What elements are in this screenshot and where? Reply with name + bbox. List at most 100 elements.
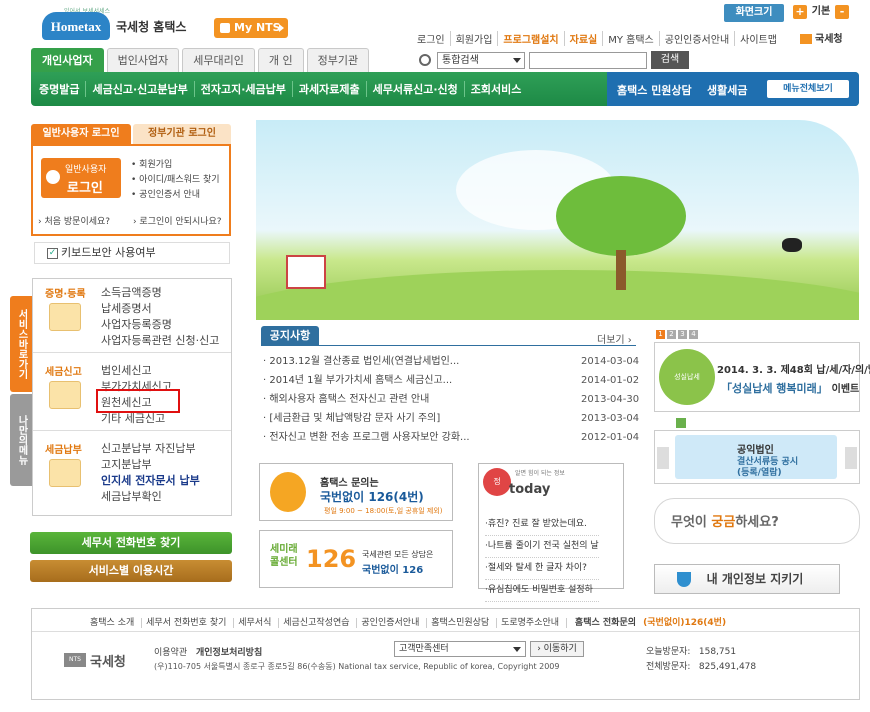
nts-link[interactable]: 국세청 [800, 30, 843, 45]
faq-banner[interactable]: 무엇이 궁금하세요? [654, 498, 860, 544]
notice-tab[interactable]: 공지사항 [261, 326, 319, 346]
link-tax-payment-cert[interactable]: 납세증명서 [101, 301, 219, 317]
login-button[interactable]: 일반사용자 로그인 [41, 158, 121, 198]
hometax-inquiry-banner[interactable]: 홈택스 문의는 국번없이 126(4번) 평일 9:00 ~ 18:00(토,일… [259, 463, 453, 521]
top-link-certificate[interactable]: 공인인증서안내 [658, 31, 734, 46]
footer-link-phone[interactable]: 세무서 전화번호 찾기 [141, 618, 231, 628]
footer-link-forms[interactable]: 세무서식 [233, 618, 276, 628]
pager-2[interactable]: 2 [667, 330, 676, 339]
link-self-payment[interactable]: 신고분납부 자진납부 [101, 441, 200, 457]
house-illustration [286, 255, 326, 289]
find-tax-office-phone-button[interactable]: 세무서 전화번호 찾기 [30, 532, 232, 554]
link-cant-login[interactable]: › 로그인이 안되시나요? [133, 217, 232, 227]
zoom-basic-button[interactable]: 기본 [808, 5, 834, 19]
prev-arrow-icon[interactable] [657, 447, 669, 469]
notice-row[interactable]: · 해외사용자 홈택스 전자신고 관련 안내 2013-04-30 [261, 390, 639, 409]
top-link-join[interactable]: 회원가입 [449, 31, 498, 46]
link-join[interactable]: • 회원가입 [131, 158, 220, 173]
related-site-select[interactable]: 고객만족센터 [394, 641, 526, 657]
link-find-id[interactable]: • 아이디/패스워드 찾기 [131, 173, 220, 188]
menu-civil-center[interactable]: 홈택스 민원상담 [617, 82, 692, 98]
menu-taxation-data[interactable]: 과세자료제출 [291, 81, 366, 97]
footer-link-practice[interactable]: 세금신고작성연습 [278, 618, 354, 628]
pager-3[interactable]: 3 [678, 330, 687, 339]
link-business-reg-apply[interactable]: 사업자등록관련 신청·신고 [101, 333, 219, 349]
tab-tax-agent[interactable]: 세무대리인 [182, 48, 255, 72]
call-center-banner[interactable]: 세미래 콜센터 126 국세관련 모든 상담은 국번없이 126 [259, 530, 453, 588]
tab-individual-business[interactable]: 개인사업자 [31, 48, 104, 72]
link-corporate-tax[interactable]: 법인세신고 [101, 363, 172, 379]
menu-certificate[interactable]: 증명발급 [39, 81, 85, 97]
my-nts-button[interactable]: My NTS [214, 18, 288, 38]
today-item[interactable]: ·유심칩에도 비밀번호 설정하 [485, 580, 599, 602]
login-button-small: 일반사용자 [65, 165, 107, 175]
tab-general-login[interactable]: 일반사용자 로그인 [31, 124, 131, 144]
keyboard-security-checkbox[interactable]: ✓ [47, 248, 58, 259]
footer-link-cert[interactable]: 공인인증서안내 [356, 618, 424, 628]
menu-e-notice[interactable]: 전자고지·세금납부 [193, 81, 292, 97]
top-link-my-hometax[interactable]: MY 홈택스 [602, 31, 659, 46]
link-other-tax[interactable]: 기타 세금신고 [101, 411, 172, 427]
footer-terms: 이용약관 개인정보처리방침 [154, 645, 262, 658]
top-link-library[interactable]: 자료실 [563, 31, 603, 46]
menu-tax-filing[interactable]: 세금신고·신고분납부 [85, 81, 193, 97]
link-cert-guide[interactable]: • 공인인증서 안내 [131, 188, 220, 203]
hometax-logo[interactable]: 있어서 보세서세스 Hometax 국세청 홈택스 [42, 8, 192, 42]
today-item[interactable]: ·절세와 탈세 한 글자 차이? [485, 558, 599, 580]
service-hours-button[interactable]: 서비스별 이용시간 [30, 560, 232, 582]
notice-divider [261, 345, 636, 346]
go-button[interactable]: › 이동하기 [530, 641, 584, 657]
top-links: 로그인 회원가입 프로그램설치 자료실 MY 홈택스 공인인증서안내 사이트맵 [412, 31, 782, 46]
notice-row[interactable]: · 2014년 1월 부가가치세 홈택스 세금신고... 2014-01-02 [261, 371, 639, 390]
menu-documents[interactable]: 세무서류신고·신청 [365, 81, 464, 97]
link-business-reg-cert[interactable]: 사업자등록증명 [101, 317, 219, 333]
search-button[interactable]: 검색 [651, 51, 689, 69]
tab-service-shortcut[interactable]: 서비스바로가기 [10, 296, 32, 392]
tab-my-menu[interactable]: 나만의메뉴 [10, 394, 32, 486]
tab-government[interactable]: 정부기관 [306, 48, 370, 72]
footer-link-address[interactable]: 도로명주소안내 [496, 618, 564, 628]
notice-row[interactable]: · [세금환급 및 체납액탕감 문자 사기 주의] 2013-03-04 [261, 409, 639, 428]
public-corp-disclosure-banner[interactable]: 공익법인 결산서류등 공시 (등록/열람) [654, 430, 860, 484]
footer-link-civil[interactable]: 홈택스민원상담 [426, 618, 494, 628]
search-input[interactable] [529, 51, 647, 69]
tab-gov-login[interactable]: 정부기관 로그인 [133, 124, 231, 144]
today-item[interactable]: ·나트륨 줄이기 전국 실천의 날 [485, 536, 599, 558]
privacy-policy-link[interactable]: 개인정보처리방침 [196, 648, 262, 658]
tab-corporate-business[interactable]: 법인사업자 [106, 48, 180, 72]
menu-inquiry[interactable]: 조회서비스 [463, 81, 528, 97]
link-notice-payment[interactable]: 고지분납부 [101, 457, 200, 473]
pager-1[interactable]: 1 [656, 330, 665, 339]
notice-more-link[interactable]: 더보기 › [597, 331, 632, 346]
notice-row[interactable]: · 전자신고 변환 전송 프로그램 사용자보안 강화... 2012-01-04 [261, 428, 639, 447]
taxpayer-day-event-banner[interactable]: 성실납세 2014. 3. 3. 제48회 납/세/자/의/날/ 「성실납세 행… [654, 342, 870, 412]
event-line1: 2014. 3. 3. 제48회 납/세/자/의/날/ [717, 365, 870, 376]
footer-link-about[interactable]: 홈택스 소개 [86, 618, 138, 628]
main-banner [256, 120, 859, 320]
top-link-sitemap[interactable]: 사이트맵 [734, 31, 782, 46]
link-stamp-tax[interactable]: 인지세 전자문서 납부 [101, 473, 200, 489]
today-badge-icon: 정 [483, 468, 511, 496]
link-payment-check[interactable]: 세금납부확인 [101, 489, 200, 505]
menu-life-tax[interactable]: 생활세금 [707, 82, 747, 98]
wallet-icon [49, 459, 81, 487]
zoom-out-button[interactable]: - [835, 5, 849, 19]
footer: 홈택스 소개 세무서 전화번호 찾기 세무서식 세금신고작성연습 공인인증서안내… [31, 608, 860, 700]
top-link-login[interactable]: 로그인 [412, 31, 450, 46]
pause-icon[interactable] [676, 418, 686, 428]
pager-4[interactable]: 4 [689, 330, 698, 339]
terms-link[interactable]: 이용약관 [154, 648, 187, 658]
notice-row[interactable]: · 2013.12월 결산종료 법인세(연결납세법인... 2014-03-04 [261, 352, 639, 371]
link-income-cert[interactable]: 소득금액증명 [101, 285, 219, 301]
zoom-in-button[interactable]: + [793, 5, 807, 19]
top-link-program[interactable]: 프로그램설치 [497, 31, 563, 46]
next-arrow-icon[interactable] [845, 447, 857, 469]
keyboard-security-option[interactable]: ✓ 키보드보안 사용여부 [34, 242, 230, 264]
protect-privacy-button[interactable]: 내 개인정보 지키기 [654, 564, 840, 594]
link-first-visit[interactable]: › 처음 방문이세요? [38, 217, 120, 227]
menu-all-button[interactable]: 메뉴전체보기 [767, 80, 849, 98]
tab-individual[interactable]: 개 인 [257, 48, 304, 72]
tree-illustration [556, 176, 686, 256]
search-scope-select[interactable]: 통합검색 [437, 51, 525, 69]
today-item[interactable]: ·휴진? 진료 잘 받았는데요. [485, 514, 599, 536]
